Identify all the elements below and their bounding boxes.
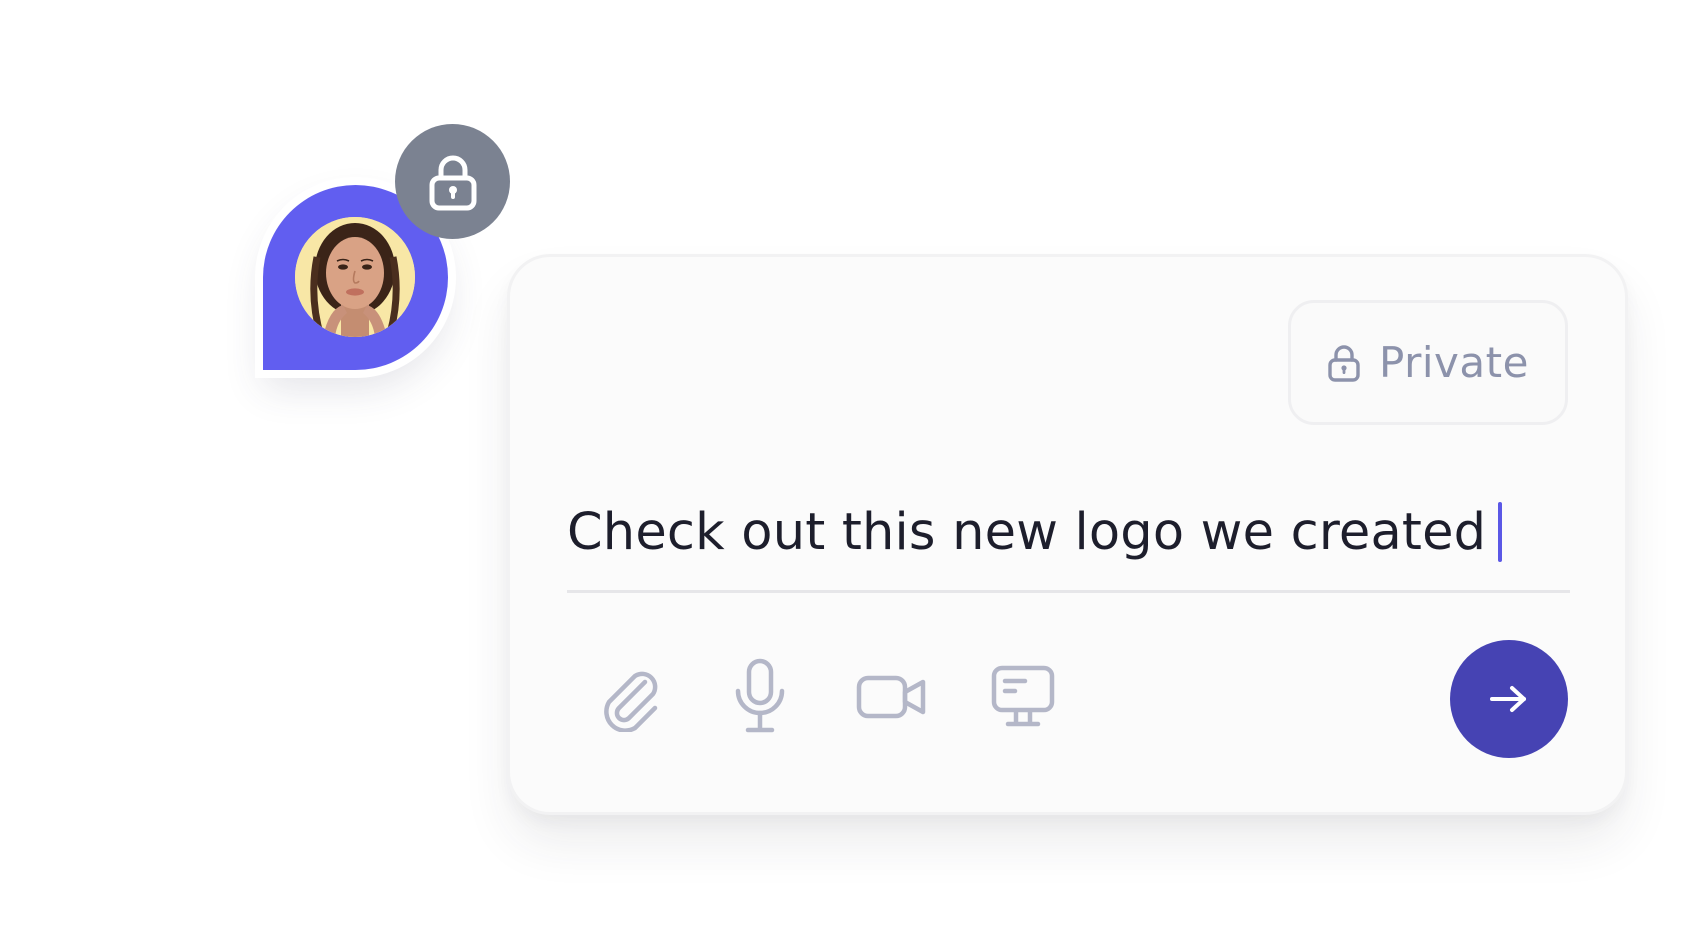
paperclip-icon bbox=[604, 671, 658, 732]
message-input[interactable]: Check out this new logo we created bbox=[567, 477, 1570, 587]
message-composer: Private Check out this new logo we creat… bbox=[510, 257, 1625, 812]
send-button[interactable] bbox=[1450, 640, 1568, 758]
privacy-toggle-button[interactable]: Private bbox=[1288, 300, 1568, 425]
chat-composer-scene: Private Check out this new logo we creat… bbox=[0, 0, 1684, 940]
video-camera-icon bbox=[856, 675, 926, 719]
video-button[interactable] bbox=[853, 657, 933, 737]
avatar-photo bbox=[295, 217, 415, 337]
arrow-right-icon bbox=[1490, 686, 1526, 712]
screen-share-button[interactable] bbox=[983, 657, 1063, 737]
microphone-icon bbox=[735, 658, 785, 733]
microphone-button[interactable] bbox=[720, 657, 800, 737]
lock-icon bbox=[1328, 344, 1360, 382]
text-caret bbox=[1498, 502, 1503, 562]
avatar bbox=[295, 217, 415, 337]
composer-divider bbox=[567, 590, 1570, 593]
attach-button[interactable] bbox=[590, 657, 670, 737]
lock-icon bbox=[429, 155, 476, 210]
privacy-lock-badge bbox=[395, 124, 510, 239]
message-text: Check out this new logo we created bbox=[567, 502, 1487, 562]
privacy-label: Private bbox=[1379, 338, 1529, 387]
screen-share-icon bbox=[991, 665, 1055, 727]
